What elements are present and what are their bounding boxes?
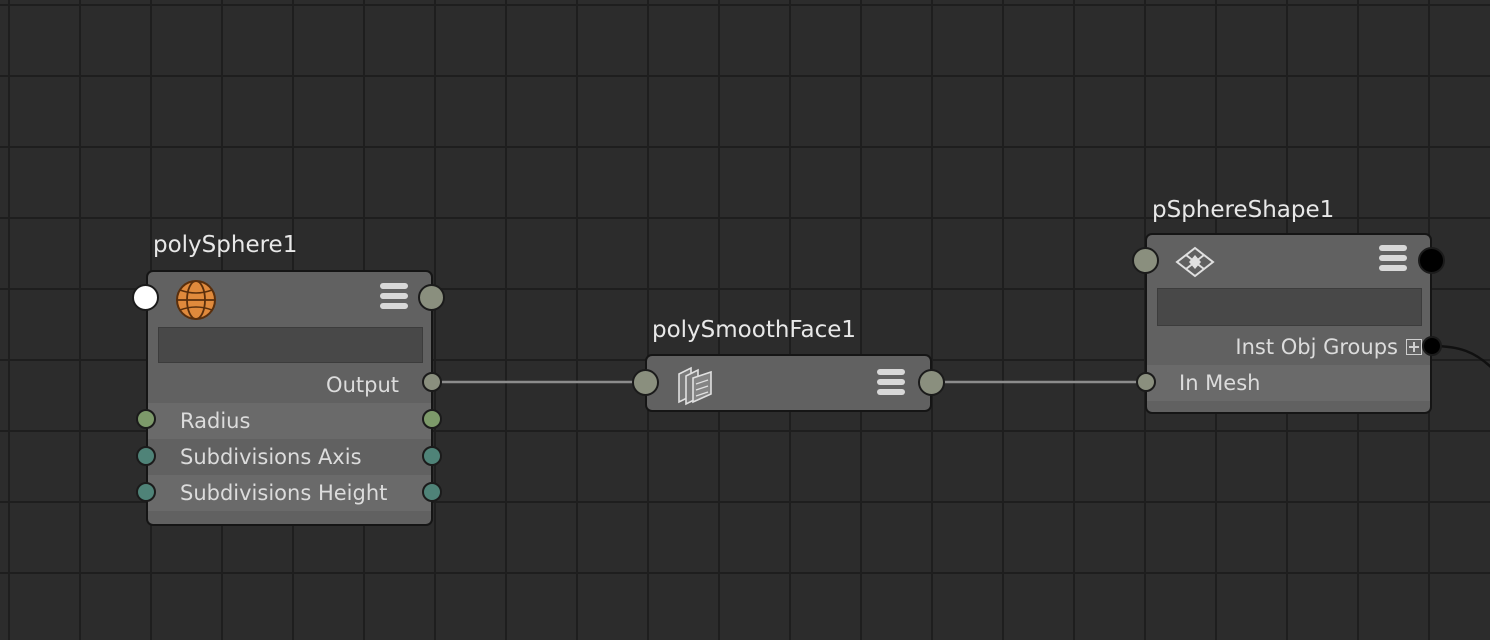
attr-label-radius: Radius bbox=[180, 409, 251, 433]
port-subdivisions-height-out[interactable] bbox=[422, 482, 442, 502]
node-title-polysphere: polySphere1 bbox=[153, 232, 298, 258]
attr-row-in-mesh[interactable]: In Mesh bbox=[1147, 365, 1430, 401]
port-polysmoothface-in[interactable] bbox=[632, 369, 659, 396]
port-polysphere-message-out[interactable] bbox=[418, 284, 445, 311]
node-psphereshape[interactable]: Inst Obj Groups In Mesh bbox=[1145, 233, 1432, 414]
node-header bbox=[148, 272, 431, 324]
port-subdivisions-axis-out[interactable] bbox=[422, 446, 442, 466]
attr-row-output: Output bbox=[148, 367, 431, 403]
port-polysmoothface-out[interactable] bbox=[918, 369, 945, 396]
port-psphereshape-message-in[interactable] bbox=[1132, 247, 1159, 274]
mesh-shape-icon bbox=[1175, 246, 1215, 278]
sphere-icon bbox=[176, 280, 216, 320]
port-subdivisions-axis-in[interactable] bbox=[136, 446, 156, 466]
node-menu-icon[interactable] bbox=[380, 283, 408, 311]
attr-label-inst-obj-groups: Inst Obj Groups bbox=[1235, 335, 1398, 359]
attr-row-subdivisions-axis[interactable]: Subdivisions Axis bbox=[148, 439, 431, 475]
port-subdivisions-height-in[interactable] bbox=[136, 482, 156, 502]
smooth-face-icon bbox=[678, 366, 712, 406]
attr-label-output: Output bbox=[326, 373, 399, 397]
expand-plus-icon[interactable] bbox=[1406, 339, 1422, 355]
node-name-field[interactable] bbox=[1157, 288, 1422, 326]
node-editor-canvas[interactable]: polySphere1 Output Radius Subdivisions A… bbox=[0, 0, 1490, 640]
port-in-mesh-in[interactable] bbox=[1136, 372, 1156, 392]
node-menu-icon[interactable] bbox=[1379, 245, 1407, 273]
port-polysphere-message-in[interactable] bbox=[132, 284, 159, 311]
node-title-psphereshape: pSphereShape1 bbox=[1152, 197, 1335, 223]
attr-row-radius[interactable]: Radius bbox=[148, 403, 431, 439]
node-polysphere[interactable]: Output Radius Subdivisions Axis Subdivis… bbox=[146, 270, 433, 526]
node-menu-icon[interactable] bbox=[877, 369, 905, 397]
port-polysphere-output[interactable] bbox=[422, 372, 442, 392]
attr-label-in-mesh: In Mesh bbox=[1179, 371, 1261, 395]
attr-label-subdivisions-axis: Subdivisions Axis bbox=[180, 445, 362, 469]
attr-row-inst-obj-groups[interactable]: Inst Obj Groups bbox=[1147, 329, 1430, 365]
attr-row-subdivisions-height[interactable]: Subdivisions Height bbox=[148, 475, 431, 511]
attr-label-subdivisions-height: Subdivisions Height bbox=[180, 481, 388, 505]
node-name-field[interactable] bbox=[158, 327, 423, 363]
node-polysmoothface[interactable] bbox=[645, 354, 932, 412]
port-radius-in[interactable] bbox=[136, 409, 156, 429]
port-radius-out[interactable] bbox=[422, 409, 442, 429]
port-psphereshape-message-out[interactable] bbox=[1418, 247, 1445, 274]
port-inst-obj-groups-out[interactable] bbox=[1422, 336, 1442, 356]
node-title-polysmoothface: polySmoothFace1 bbox=[652, 317, 857, 343]
